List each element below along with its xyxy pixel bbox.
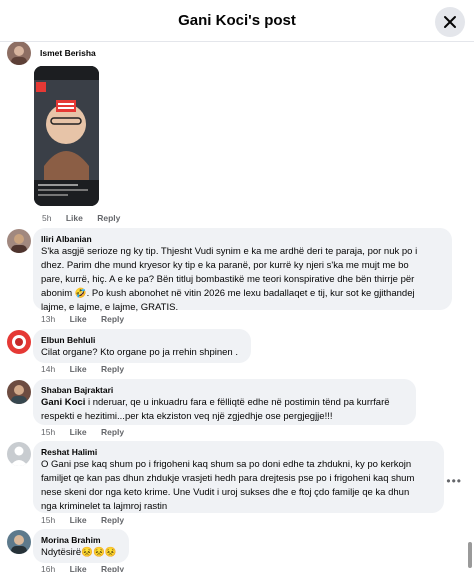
comment-actions: 15h Like Reply [41, 427, 136, 437]
close-button[interactable] [435, 7, 465, 37]
reply-button[interactable]: Reply [101, 427, 124, 437]
like-button[interactable]: Like [70, 364, 87, 374]
comment-actions: 5h Like Reply [42, 213, 132, 223]
comment-bubble: Morina Brahim Ndytësirë😣😣😣 [33, 529, 129, 563]
avatar[interactable] [7, 530, 31, 554]
comment-text-line: Ndytësirë😣😣😣 [41, 547, 117, 558]
avatar[interactable] [7, 380, 31, 404]
comment-bubble: Iliri Albanian S'ka asgjë serioze ng ky … [33, 228, 452, 313]
comment-author[interactable]: Ismet Berisha [40, 48, 96, 58]
comment-image[interactable] [34, 66, 99, 206]
comment-text-line: Gani Koci i nderuar, qe u inkuadru fara … [41, 396, 390, 410]
comment-text-line: O Gani pse kaq shum po i frigoheni kaq s… [41, 459, 412, 470]
reply-button[interactable]: Reply [101, 564, 124, 572]
comment-author[interactable]: Elbun Behluli [41, 335, 95, 345]
avatar[interactable] [7, 442, 31, 466]
comment-text-line: Cilat organe? Kto organe po ja rrehin sh… [41, 347, 238, 358]
comment-actions: 13h Like Reply [41, 314, 136, 324]
avatar[interactable] [7, 229, 31, 253]
dialog-header: Gani Koci's post [0, 0, 474, 42]
comment-text-line: respekti e hezitimi...per kta ekziston v… [41, 411, 333, 422]
comment-author[interactable]: Shaban Bajraktari [41, 385, 113, 395]
comment-actions: 15h Like Reply [41, 515, 136, 525]
avatar[interactable] [7, 42, 31, 65]
scrollbar-thumb[interactable] [468, 542, 472, 568]
scrollbar[interactable] [466, 42, 474, 572]
comment-text-line: S'ka asgjë serioze ng ky tip. Thjesht Vu… [41, 246, 418, 257]
reply-button[interactable]: Reply [101, 364, 124, 374]
comment-text-line: nga kriminelet ta lajmroj rastin [41, 501, 168, 512]
comment-text-line: familjet qe kan pas dhun zhdukje vrasjet… [41, 473, 415, 484]
default-avatar-icon [10, 446, 28, 466]
comment-text-line: nese skeni dor nga keto krime. Une Vudit… [41, 487, 410, 498]
like-button[interactable]: Like [70, 515, 87, 525]
avatar[interactable] [7, 330, 31, 354]
reply-button[interactable]: Reply [101, 515, 124, 525]
comment-actions: 16h Like Reply [41, 564, 136, 572]
comment-bubble: Elbun Behluli Cilat organe? Kto organe p… [33, 329, 251, 363]
like-button[interactable]: Like [70, 427, 87, 437]
comment-author[interactable]: Iliri Albanian [41, 234, 92, 244]
reply-button[interactable]: Reply [97, 213, 120, 223]
more-options-button[interactable]: ••• [446, 474, 462, 488]
comment-time[interactable]: 5h [42, 213, 51, 223]
comment-text-line: abonim 🤣. Po kush abonohet në vitin 2026… [41, 288, 415, 299]
comment-text: i nderuar, qe u inkuadru fara e fëlliqtë… [85, 397, 390, 408]
like-button[interactable]: Like [66, 213, 83, 223]
comment-time[interactable]: 14h [41, 364, 55, 374]
comment-text-line: dhez. Parim dhe mund kryesor ky tip e ka… [41, 260, 409, 271]
close-icon [444, 16, 456, 28]
comment-text-line: pare, kurrë, hiç. A e ke pa? Bën titluj … [41, 274, 415, 285]
reply-button[interactable]: Reply [101, 314, 124, 324]
like-button[interactable]: Like [70, 314, 87, 324]
comment-time[interactable]: 15h [41, 427, 55, 437]
comment-time[interactable]: 15h [41, 515, 55, 525]
comments-list[interactable]: Ismet Berisha 5h Like Reply Iliri Albani… [0, 42, 474, 572]
comment-bubble: Shaban Bajraktari Gani Koci i nderuar, q… [33, 379, 416, 425]
comment-time[interactable]: 13h [41, 314, 55, 324]
page-title: Gani Koci's post [178, 12, 296, 29]
more-horizontal-icon: ••• [446, 474, 462, 488]
comment-author[interactable]: Reshat Halimi [41, 447, 97, 457]
mention-link[interactable]: Gani Koci [41, 397, 85, 408]
comment-bubble: Reshat Halimi O Gani pse kaq shum po i f… [33, 441, 444, 513]
like-button[interactable]: Like [70, 564, 87, 572]
comment-author[interactable]: Morina Brahim [41, 535, 101, 545]
comment-time[interactable]: 16h [41, 564, 55, 572]
comment-actions: 14h Like Reply [41, 364, 136, 374]
